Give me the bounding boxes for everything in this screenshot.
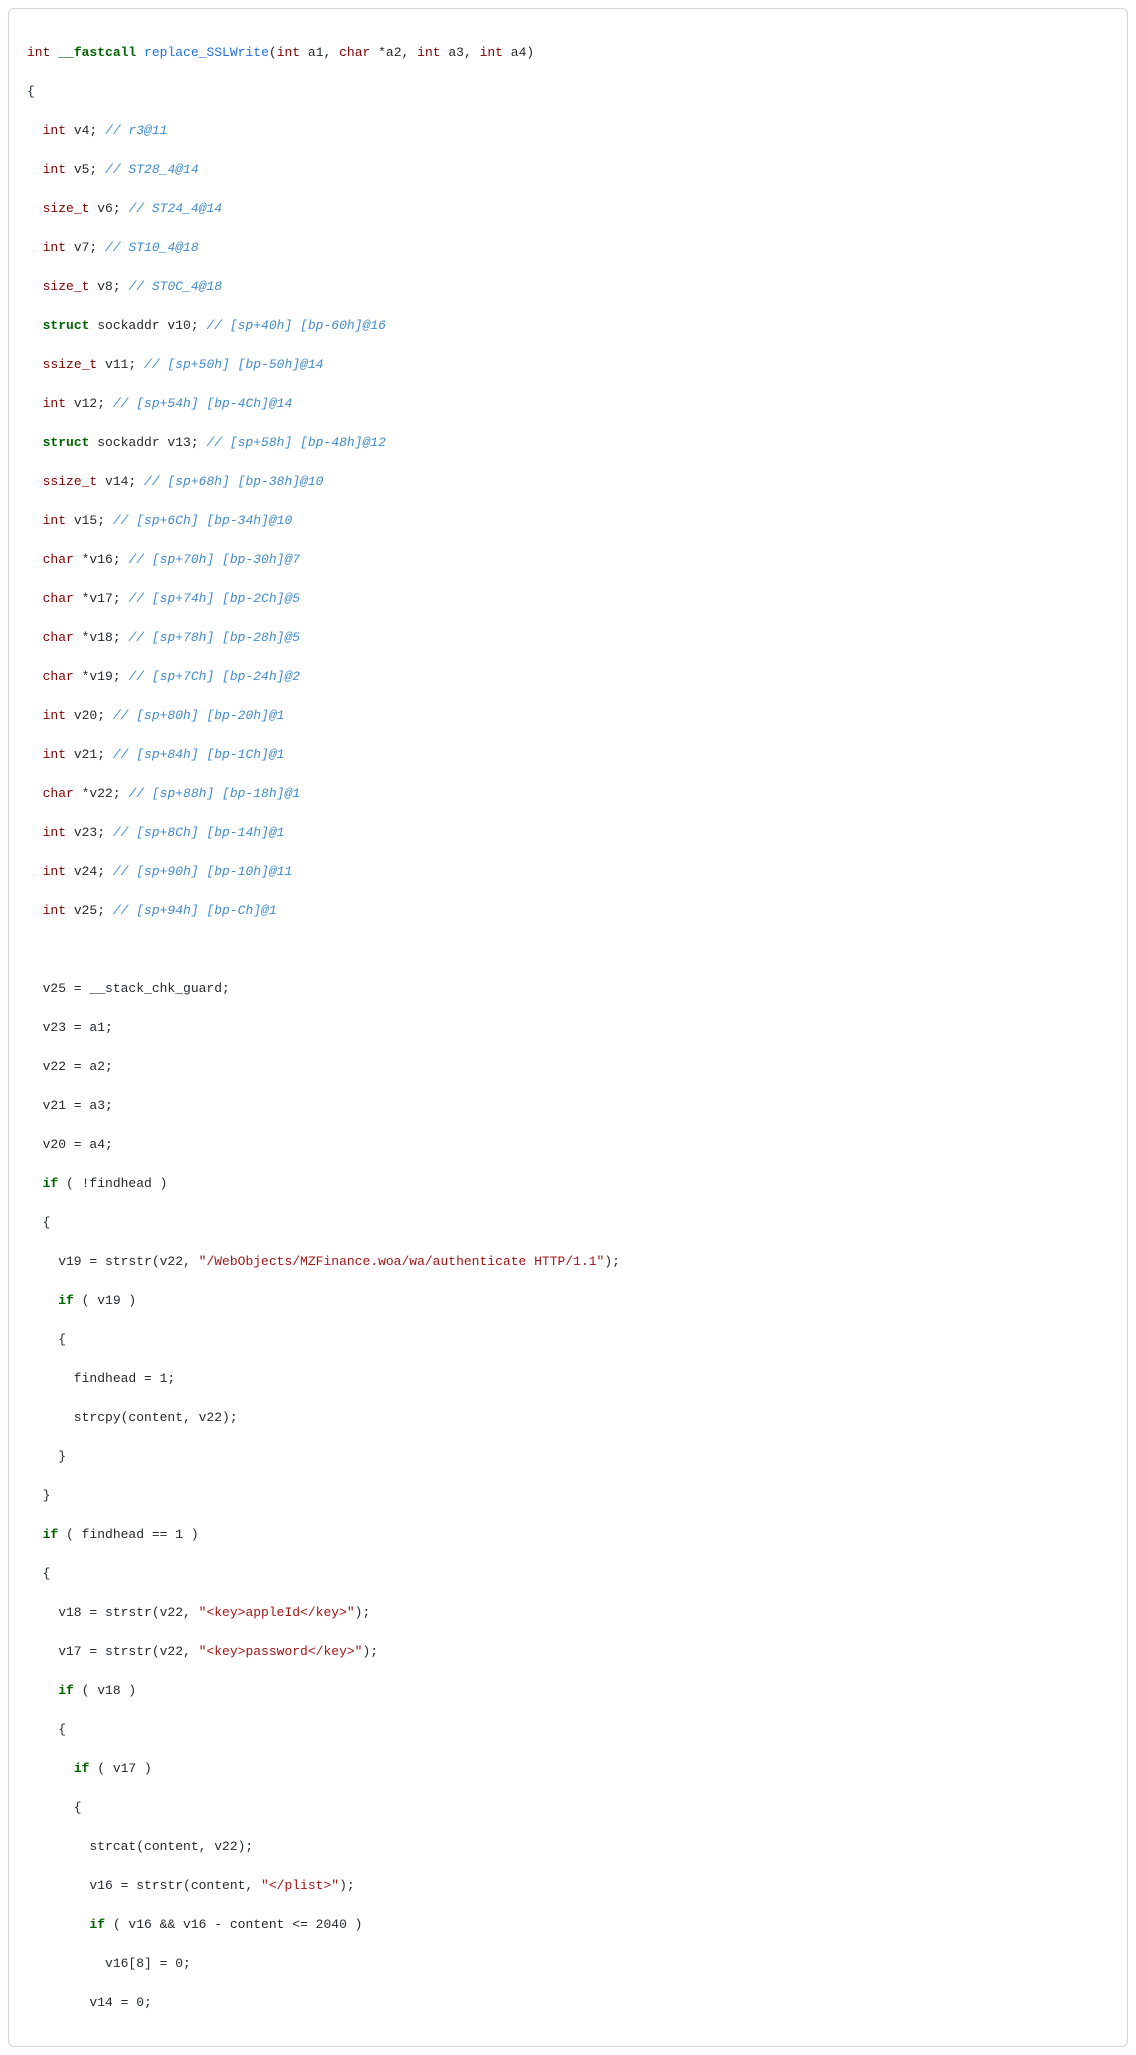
comment: // ST28_4@14 (105, 162, 199, 177)
code-line: char *v18; // [sp+78h] [bp-28h]@5 (27, 628, 1109, 648)
comment: // [sp+8Ch] [bp-14h]@1 (113, 825, 285, 840)
code-line: if ( !findhead ) (27, 1174, 1109, 1194)
string-literal: "/WebObjects/MZFinance.woa/wa/authentica… (199, 1254, 605, 1269)
code-line (27, 940, 1109, 960)
code-line: } (27, 1447, 1109, 1467)
code-line: ssize_t v11; // [sp+50h] [bp-50h]@14 (27, 355, 1109, 375)
code-line: v21 = a3; (27, 1096, 1109, 1116)
code-line: { (27, 82, 1109, 102)
comment: // [sp+84h] [bp-1Ch]@1 (113, 747, 285, 762)
code-line: if ( v17 ) (27, 1759, 1109, 1779)
code-line: int v21; // [sp+84h] [bp-1Ch]@1 (27, 745, 1109, 765)
code-line: int v25; // [sp+94h] [bp-Ch]@1 (27, 901, 1109, 921)
comment: // [sp+80h] [bp-20h]@1 (113, 708, 285, 723)
code-line: v25 = __stack_chk_guard; (27, 979, 1109, 999)
comment: // [sp+50h] [bp-50h]@14 (144, 357, 323, 372)
code-line: v23 = a1; (27, 1018, 1109, 1038)
comment: // [sp+90h] [bp-10h]@11 (113, 864, 292, 879)
code-line: v14 = 0; (27, 1993, 1109, 2013)
code-line: char *v22; // [sp+88h] [bp-18h]@1 (27, 784, 1109, 804)
code-line: int v24; // [sp+90h] [bp-10h]@11 (27, 862, 1109, 882)
code-line: char *v19; // [sp+7Ch] [bp-24h]@2 (27, 667, 1109, 687)
code-line: size_t v8; // ST0C_4@18 (27, 277, 1109, 297)
comment: // [sp+68h] [bp-38h]@10 (144, 474, 323, 489)
code-line: } (27, 1486, 1109, 1506)
comment: // [sp+6Ch] [bp-34h]@10 (113, 513, 292, 528)
code-line: { (27, 1213, 1109, 1233)
code-line: if ( v18 ) (27, 1681, 1109, 1701)
comment: // [sp+40h] [bp-60h]@16 (206, 318, 385, 333)
comment: // ST0C_4@18 (128, 279, 222, 294)
code-line: if ( v16 && v16 - content <= 2040 ) (27, 1915, 1109, 1935)
comment: // [sp+7Ch] [bp-24h]@2 (128, 669, 300, 684)
code-line: int v7; // ST10_4@18 (27, 238, 1109, 258)
code-line: v17 = strstr(v22, "<key>password</key>")… (27, 1642, 1109, 1662)
code-line: int v20; // [sp+80h] [bp-20h]@1 (27, 706, 1109, 726)
code-line: findhead = 1; (27, 1369, 1109, 1389)
code-line: strcpy(content, v22); (27, 1408, 1109, 1428)
code-line: char *v17; // [sp+74h] [bp-2Ch]@5 (27, 589, 1109, 609)
code-line: size_t v6; // ST24_4@14 (27, 199, 1109, 219)
comment: // r3@11 (105, 123, 167, 138)
code-line: int __fastcall replace_SSLWrite(int a1, … (27, 43, 1109, 63)
comment: // [sp+70h] [bp-30h]@7 (128, 552, 300, 567)
code-line: v16[8] = 0; (27, 1954, 1109, 1974)
code-line: if ( v19 ) (27, 1291, 1109, 1311)
code-line: struct sockaddr v13; // [sp+58h] [bp-48h… (27, 433, 1109, 453)
code-line: v18 = strstr(v22, "<key>appleId</key>"); (27, 1603, 1109, 1623)
code-line: int v12; // [sp+54h] [bp-4Ch]@14 (27, 394, 1109, 414)
string-literal: "<key>appleId</key>" (199, 1605, 355, 1620)
code-line: { (27, 1564, 1109, 1584)
code-line: struct sockaddr v10; // [sp+40h] [bp-60h… (27, 316, 1109, 336)
comment: // [sp+78h] [bp-28h]@5 (128, 630, 300, 645)
code-line: strcat(content, v22); (27, 1837, 1109, 1857)
code-line: { (27, 1720, 1109, 1740)
keyword-token: __fastcall (58, 45, 136, 60)
string-literal: "<key>password</key>" (199, 1644, 363, 1659)
function-name: replace_SSLWrite (144, 45, 269, 60)
code-line: v20 = a4; (27, 1135, 1109, 1155)
code-line: int v5; // ST28_4@14 (27, 160, 1109, 180)
code-line: ssize_t v14; // [sp+68h] [bp-38h]@10 (27, 472, 1109, 492)
comment: // ST10_4@18 (105, 240, 199, 255)
code-line: v19 = strstr(v22, "/WebObjects/MZFinance… (27, 1252, 1109, 1272)
code-line: int v23; // [sp+8Ch] [bp-14h]@1 (27, 823, 1109, 843)
code-line: int v4; // r3@11 (27, 121, 1109, 141)
comment: // [sp+88h] [bp-18h]@1 (128, 786, 300, 801)
code-line: int v15; // [sp+6Ch] [bp-34h]@10 (27, 511, 1109, 531)
comment: // [sp+94h] [bp-Ch]@1 (113, 903, 277, 918)
code-line: { (27, 1798, 1109, 1818)
string-literal: "</plist>" (261, 1878, 339, 1893)
code-line: v22 = a2; (27, 1057, 1109, 1077)
code-line: { (27, 1330, 1109, 1350)
comment: // [sp+58h] [bp-48h]@12 (206, 435, 385, 450)
comment: // [sp+74h] [bp-2Ch]@5 (128, 591, 300, 606)
comment: // [sp+54h] [bp-4Ch]@14 (113, 396, 292, 411)
code-line: if ( findhead == 1 ) (27, 1525, 1109, 1545)
code-line: v16 = strstr(content, "</plist>"); (27, 1876, 1109, 1896)
type-token: int (27, 45, 50, 60)
comment: // ST24_4@14 (128, 201, 222, 216)
code-block: int __fastcall replace_SSLWrite(int a1, … (8, 8, 1128, 2047)
code-line: char *v16; // [sp+70h] [bp-30h]@7 (27, 550, 1109, 570)
